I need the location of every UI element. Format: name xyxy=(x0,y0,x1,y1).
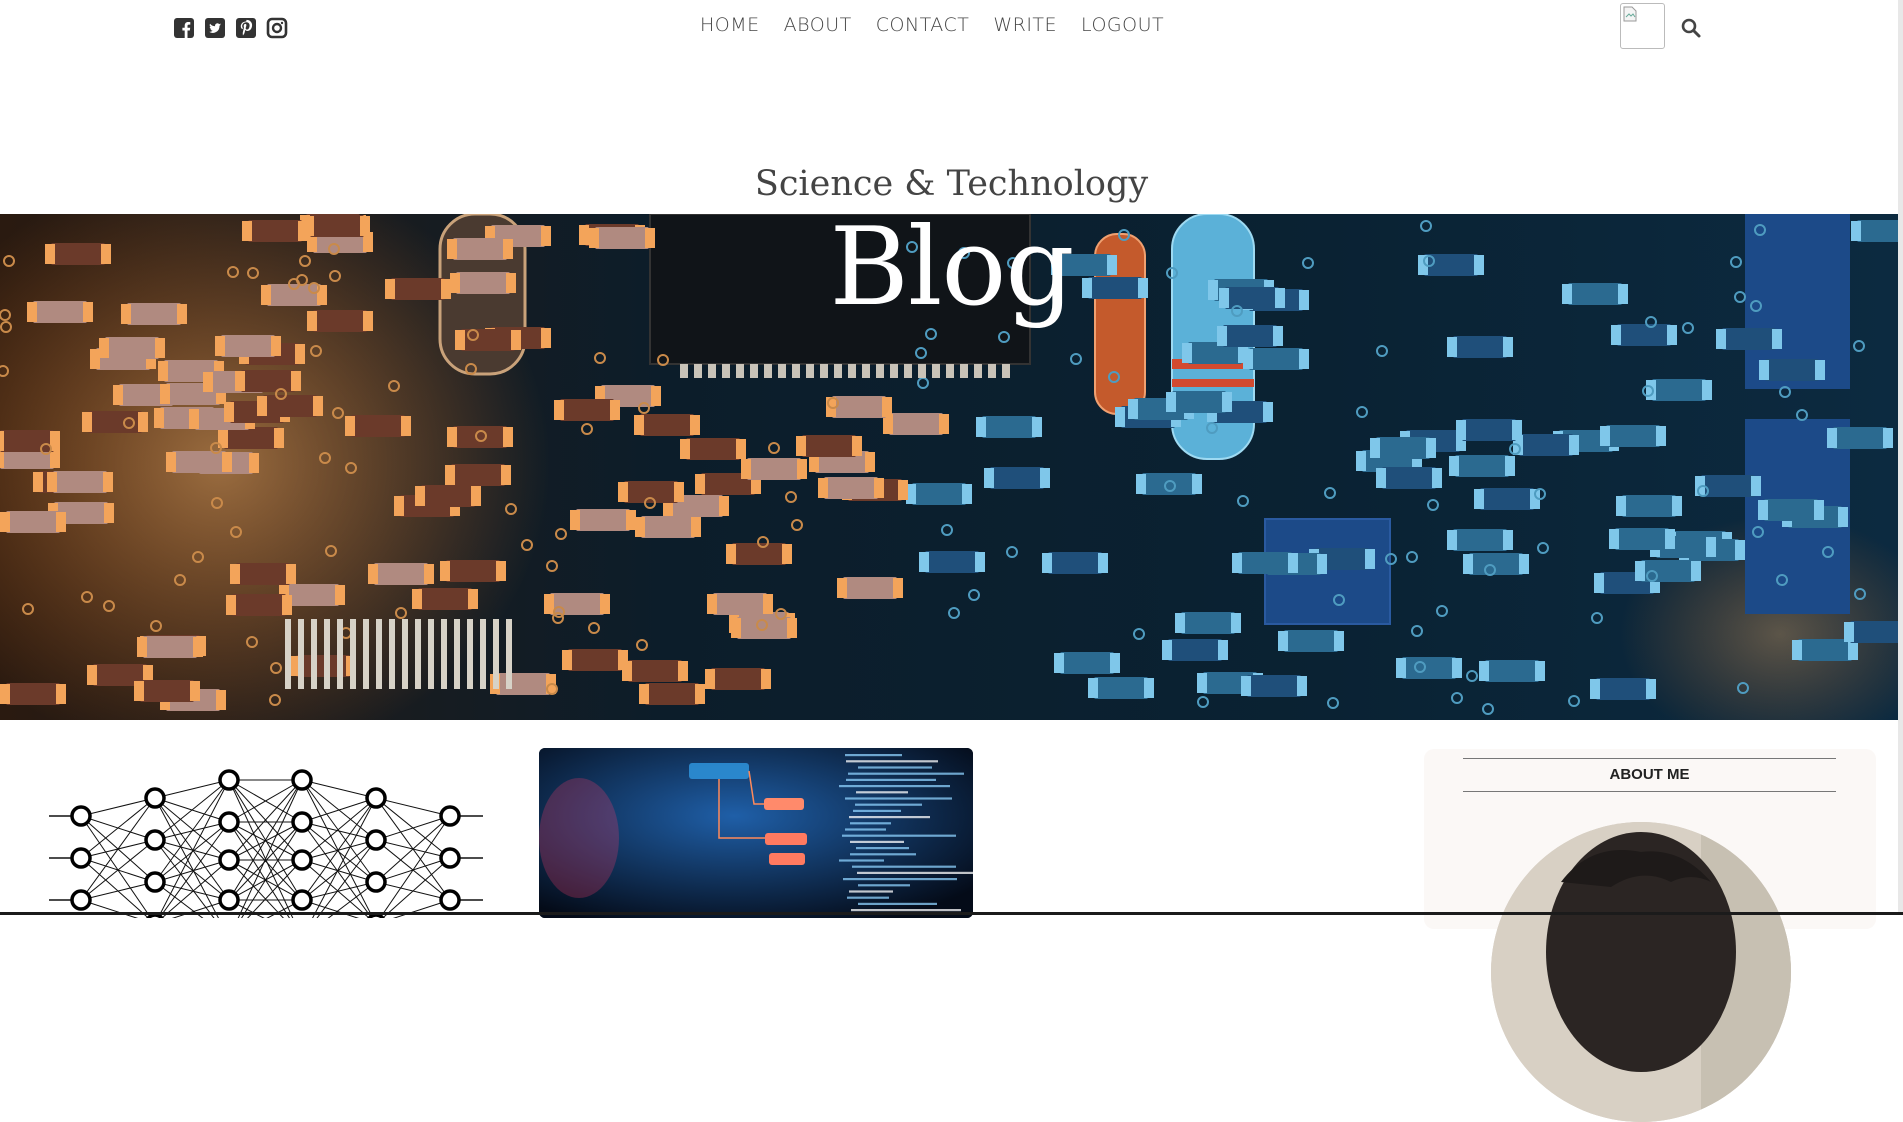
instagram-icon[interactable] xyxy=(266,17,288,39)
blog-title: Blog xyxy=(829,205,1074,330)
nav-logout[interactable]: LOGOUT xyxy=(1081,14,1164,36)
person-photo-illustration xyxy=(1491,822,1791,1122)
sidebar-about: ABOUT ME xyxy=(1424,749,1876,1122)
neural-network-illustration xyxy=(49,769,483,918)
sidebar-title: ABOUT ME xyxy=(1463,758,1836,792)
main-nav: HOME ABOUT CONTACT WRITE LOGOUT xyxy=(700,14,1164,36)
nav-about[interactable]: ABOUT xyxy=(784,14,852,36)
pinterest-square-icon[interactable] xyxy=(235,17,257,39)
facebook-square-icon[interactable] xyxy=(173,17,195,39)
code-illustration xyxy=(539,748,973,918)
top-bar: HOME ABOUT CONTACT WRITE LOGOUT xyxy=(0,0,1903,56)
nav-write[interactable]: WRITE xyxy=(993,14,1057,36)
search-icon[interactable] xyxy=(1680,17,1702,39)
page-scrollbar[interactable] xyxy=(1898,0,1903,915)
nav-home[interactable]: HOME xyxy=(700,14,760,36)
post-thumbnail-code[interactable] xyxy=(539,748,973,918)
profile-avatar[interactable] xyxy=(1620,3,1665,49)
broken-image-icon xyxy=(1623,6,1637,22)
twitter-square-icon[interactable] xyxy=(204,17,226,39)
site-subtitle: Science & Technology xyxy=(754,164,1149,204)
about-me-photo xyxy=(1491,822,1791,1122)
post-thumbnail-neural-network[interactable] xyxy=(49,748,483,918)
nav-contact[interactable]: CONTACT xyxy=(876,14,970,36)
social-links xyxy=(173,17,288,39)
